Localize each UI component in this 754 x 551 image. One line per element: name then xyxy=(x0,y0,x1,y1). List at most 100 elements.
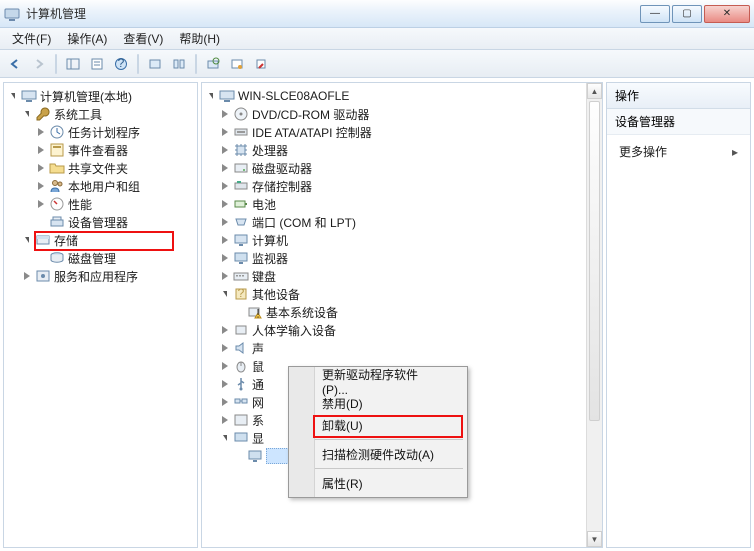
window-title: 计算机管理 xyxy=(26,5,86,22)
mouse-icon xyxy=(233,358,249,374)
context-menu[interactable]: 更新驱动程序软件(P)... 禁用(D) 卸载(U) 扫描检测硬件改动(A) 属… xyxy=(288,366,468,498)
highlight-uninstall xyxy=(313,415,463,438)
device-disk-drives[interactable]: 磁盘驱动器 xyxy=(204,159,600,177)
scrollbar[interactable]: ▲ ▼ xyxy=(586,83,602,547)
body: 计算机管理(本地) 系统工具 任务计划程序 事件查看器 共享文件夹 本地用户和组… xyxy=(0,78,754,551)
window-buttons: — ▢ ✕ xyxy=(638,5,750,23)
menu-file[interactable]: 文件(F) xyxy=(4,28,59,49)
view-mode-1-button[interactable] xyxy=(144,53,166,75)
cpu-icon xyxy=(233,142,249,158)
svg-text:!: ! xyxy=(256,307,259,321)
titlebar[interactable]: 计算机管理 — ▢ ✕ xyxy=(0,0,754,28)
tree-root[interactable]: 计算机管理(本地) xyxy=(6,87,195,105)
pc-icon xyxy=(233,232,249,248)
toolbar-button[interactable] xyxy=(250,53,272,75)
menu-action[interactable]: 操作(A) xyxy=(59,28,115,49)
hdd-icon xyxy=(233,160,249,176)
tree-disk-mgmt[interactable]: 磁盘管理 xyxy=(6,249,195,267)
keyboard-icon xyxy=(233,268,249,284)
device-storage-ctrl[interactable]: 存储控制器 xyxy=(204,177,600,195)
show-hide-tree-button[interactable] xyxy=(62,53,84,75)
middle-pane: WIN-SLCE08AOFLE DVD/CD-ROM 驱动器 IDE ATA/A… xyxy=(201,82,603,548)
computer-mgmt-icon xyxy=(21,88,37,104)
app-icon xyxy=(4,6,20,22)
scan-hardware-button[interactable] xyxy=(202,53,224,75)
window: 计算机管理 — ▢ ✕ 文件(F) 操作(A) 查看(V) 帮助(H) ? 计算… xyxy=(0,0,754,551)
back-button[interactable] xyxy=(4,53,26,75)
computer-icon xyxy=(219,88,235,104)
device-ide[interactable]: IDE ATA/ATAPI 控制器 xyxy=(204,123,600,141)
device-sound[interactable]: 声 xyxy=(204,339,600,357)
device-monitor[interactable]: 监视器 xyxy=(204,249,600,267)
device-dvd[interactable]: DVD/CD-ROM 驱动器 xyxy=(204,105,600,123)
usb-icon xyxy=(233,376,249,392)
device-base-sys[interactable]: !基本系统设备 xyxy=(204,303,600,321)
storage-ctrl-icon xyxy=(233,178,249,194)
toolbar-separator xyxy=(137,54,139,74)
chevron-right-icon: ▸ xyxy=(732,145,738,159)
scroll-thumb[interactable] xyxy=(589,101,600,421)
clock-icon xyxy=(49,124,65,140)
device-cpu[interactable]: 处理器 xyxy=(204,141,600,159)
tree-task-scheduler[interactable]: 任务计划程序 xyxy=(6,123,195,141)
other-icon: ? xyxy=(233,286,249,302)
menu-view[interactable]: 查看(V) xyxy=(115,28,171,49)
help-button[interactable]: ? xyxy=(110,53,132,75)
ctx-scan-hardware[interactable]: 扫描检测硬件改动(A) xyxy=(292,443,464,465)
perf-icon xyxy=(49,196,65,212)
hid-icon xyxy=(233,322,249,338)
scroll-up-button[interactable]: ▲ xyxy=(587,83,602,99)
right-pane: 操作 设备管理器 更多操作 ▸ xyxy=(606,82,751,548)
shared-folder-icon xyxy=(49,160,65,176)
device-ports[interactable]: 端口 (COM 和 LPT) xyxy=(204,213,600,231)
ctx-properties[interactable]: 属性(R) xyxy=(292,472,464,494)
device-computer[interactable]: 计算机 xyxy=(204,231,600,249)
svg-text:?: ? xyxy=(118,57,125,70)
warning-device-icon: ! xyxy=(247,304,263,320)
display-icon xyxy=(233,430,249,446)
highlight-device-manager xyxy=(34,231,174,251)
dvd-icon xyxy=(233,106,249,122)
scroll-down-button[interactable]: ▼ xyxy=(587,531,602,547)
tree-shared-folders[interactable]: 共享文件夹 xyxy=(6,159,195,177)
tree-event-viewer[interactable]: 事件查看器 xyxy=(6,141,195,159)
event-icon xyxy=(49,142,65,158)
minimize-button[interactable]: — xyxy=(640,5,670,23)
properties-button[interactable] xyxy=(86,53,108,75)
device-host[interactable]: WIN-SLCE08AOFLE xyxy=(204,87,600,105)
toolbar: ? xyxy=(0,50,754,78)
view-mode-2-button[interactable] xyxy=(168,53,190,75)
device-keyboard[interactable]: 键盘 xyxy=(204,267,600,285)
toolbar-separator xyxy=(195,54,197,74)
tree-local-users[interactable]: 本地用户和组 xyxy=(6,177,195,195)
device-mgr-icon xyxy=(49,214,65,230)
network-icon xyxy=(233,394,249,410)
sound-icon xyxy=(233,340,249,356)
device-tree[interactable]: WIN-SLCE08AOFLE DVD/CD-ROM 驱动器 IDE ATA/A… xyxy=(202,83,602,547)
toolbar-separator xyxy=(55,54,57,74)
tree-services-apps[interactable]: 服务和应用程序 xyxy=(6,267,195,285)
users-icon xyxy=(49,178,65,194)
close-button[interactable]: ✕ xyxy=(704,5,750,23)
device-hid[interactable]: 人体学输入设备 xyxy=(204,321,600,339)
tree-device-manager[interactable]: 设备管理器 xyxy=(6,213,195,231)
ctx-separator xyxy=(293,439,463,440)
forward-button[interactable] xyxy=(28,53,50,75)
device-battery[interactable]: 电池 xyxy=(204,195,600,213)
more-actions-link[interactable]: 更多操作 ▸ xyxy=(607,135,750,168)
ctx-separator xyxy=(293,468,463,469)
tree-systools[interactable]: 系统工具 xyxy=(6,105,195,123)
ctx-update-driver[interactable]: 更新驱动程序软件(P)... xyxy=(292,370,464,392)
menu-help[interactable]: 帮助(H) xyxy=(171,28,228,49)
port-icon xyxy=(233,214,249,230)
tree-performance[interactable]: 性能 xyxy=(6,195,195,213)
maximize-button[interactable]: ▢ xyxy=(672,5,702,23)
ide-icon xyxy=(233,124,249,140)
disk-icon xyxy=(49,250,65,266)
device-other[interactable]: ?其他设备 xyxy=(204,285,600,303)
battery-icon xyxy=(233,196,249,212)
left-tree[interactable]: 计算机管理(本地) 系统工具 任务计划程序 事件查看器 共享文件夹 本地用户和组… xyxy=(4,83,197,547)
toolbar-button[interactable] xyxy=(226,53,248,75)
left-pane: 计算机管理(本地) 系统工具 任务计划程序 事件查看器 共享文件夹 本地用户和组… xyxy=(3,82,198,548)
actions-header: 操作 xyxy=(607,83,750,109)
